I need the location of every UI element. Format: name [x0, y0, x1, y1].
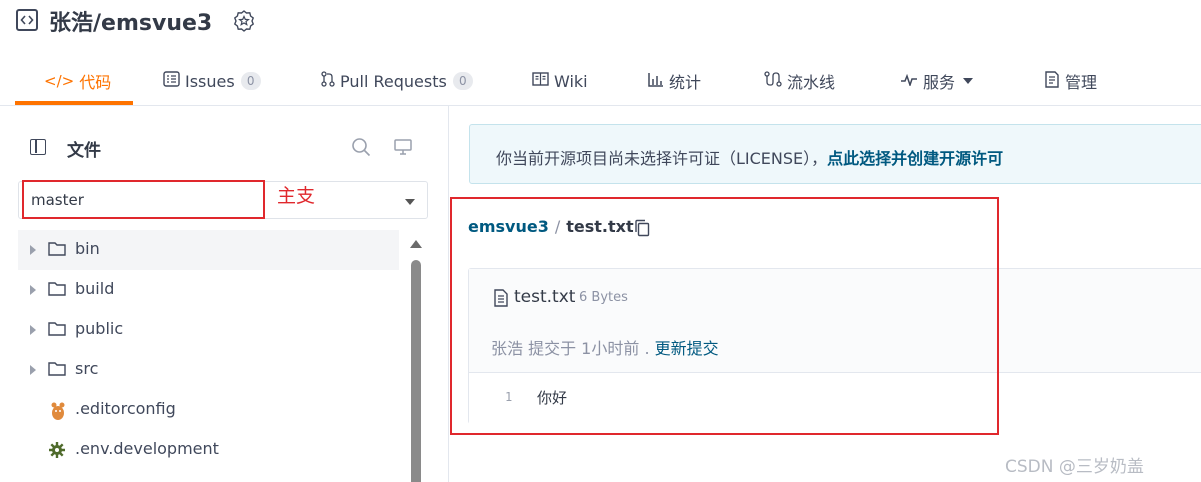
chevron-down-icon — [405, 199, 415, 205]
recommended-badge-icon[interactable] — [232, 9, 256, 33]
repo-title[interactable]: 张浩/emsvue3 — [49, 5, 212, 37]
folder-icon — [48, 241, 66, 260]
mascot-icon — [48, 401, 68, 425]
line-number[interactable]: 1 — [505, 390, 512, 404]
expand-arrow-icon[interactable] — [30, 365, 36, 375]
breadcrumb-file: test.txt — [566, 217, 634, 236]
sidebar-title: 文件 — [67, 141, 101, 161]
tree-item-editorconfig[interactable]: .editorconfig — [18, 390, 399, 430]
copy-icon[interactable] — [634, 219, 650, 241]
folder-icon — [48, 361, 66, 380]
tree-item-label: .env.development — [75, 439, 219, 458]
commit-info: 张浩 提交于 1小时前 . 更新提交 — [491, 335, 719, 359]
collapse-sidebar-icon[interactable] — [30, 139, 46, 155]
tab-label: 服务 — [923, 73, 956, 92]
monitor-icon[interactable] — [394, 139, 412, 159]
breadcrumb-repo-link[interactable]: emsvue3 — [468, 217, 549, 236]
repo-code-icon — [16, 9, 38, 31]
expand-arrow-icon[interactable] — [30, 325, 36, 335]
scrollbar-thumb[interactable] — [411, 260, 421, 482]
issues-count-badge: 0 — [240, 72, 261, 90]
tab-label: Pull Requests — [340, 71, 447, 91]
search-icon[interactable] — [351, 137, 371, 161]
tree-item-src[interactable]: src — [18, 350, 399, 390]
branch-select[interactable]: master — [18, 181, 428, 219]
file-viewer: test.txt 6 Bytes 张浩 提交于 1小时前 . 更新提交 1 你好 — [468, 268, 1201, 425]
manage-icon — [1044, 70, 1060, 92]
repo-tabs: </> 代码 Issues 0 Pull Requests 0 Wiki 统计 … — [0, 56, 1201, 106]
tab-label: 代码 — [79, 73, 112, 92]
breadcrumb-separator: / — [554, 217, 561, 236]
code-icon: </> — [44, 72, 75, 90]
license-message: 你当前开源项目尚未选择许可证（LICENSE）， — [496, 149, 828, 168]
repo-header: 张浩/emsvue3 — [0, 0, 1201, 40]
tab-label: Issues — [185, 71, 235, 91]
tree-item-env-development[interactable]: .env.development — [18, 430, 399, 470]
file-tree: bin build public src .editorconfig .env.… — [18, 230, 399, 470]
tree-item-label: bin — [75, 239, 100, 258]
tab-code[interactable]: </> 代码 — [44, 56, 111, 106]
tab-wiki[interactable]: Wiki — [532, 56, 588, 106]
code-line: 1 你好 — [469, 373, 1201, 425]
pipeline-icon — [764, 71, 782, 91]
tree-item-build[interactable]: build — [18, 270, 399, 310]
folder-icon — [48, 321, 66, 340]
chart-icon — [648, 72, 664, 91]
tree-item-public[interactable]: public — [18, 310, 399, 350]
tree-item-label: public — [75, 319, 124, 338]
file-text-icon — [493, 289, 509, 311]
tab-issues[interactable]: Issues 0 — [163, 56, 261, 106]
file-size: 6 Bytes — [579, 290, 628, 305]
scroll-up-arrow-icon[interactable] — [410, 240, 422, 248]
chevron-down-icon — [963, 78, 974, 84]
branch-value: master — [31, 191, 84, 209]
tab-services[interactable]: 服务 — [900, 56, 974, 106]
tab-manage[interactable]: 管理 — [1044, 56, 1097, 106]
commit-meta: 张浩 提交于 1小时前 . — [491, 339, 655, 358]
tree-item-label: src — [75, 359, 99, 378]
tab-label: 统计 — [669, 73, 702, 92]
file-name: test.txt — [514, 287, 576, 307]
tab-label: 流水线 — [787, 73, 836, 92]
file-viewer-header: test.txt 6 Bytes 张浩 提交于 1小时前 . 更新提交 — [469, 269, 1201, 373]
folder-icon — [48, 281, 66, 300]
create-license-link[interactable]: 点此选择并创建开源许可 — [827, 149, 1003, 168]
breadcrumb: emsvue3 / test.txt — [468, 217, 634, 236]
branch-annotation-label: 主支 — [277, 185, 316, 207]
issues-icon — [163, 71, 180, 91]
tree-item-label: build — [75, 279, 115, 298]
tab-pull-requests[interactable]: Pull Requests 0 — [321, 56, 473, 106]
tab-label: 管理 — [1065, 73, 1098, 92]
license-notice: 你当前开源项目尚未选择许可证（LICENSE），点此选择并创建开源许可 — [469, 124, 1201, 184]
active-tab-indicator — [15, 101, 133, 105]
watermark: CSDN @三岁奶盖 — [1005, 457, 1144, 477]
tree-scrollbar[interactable] — [405, 236, 425, 482]
file-sidebar: 文件 master 主支 bin build public src .edito… — [0, 106, 449, 482]
expand-arrow-icon[interactable] — [30, 245, 36, 255]
tree-item-label: .editorconfig — [75, 399, 176, 418]
license-notice-text: 你当前开源项目尚未选择许可证（LICENSE），点此选择并创建开源许可 — [496, 145, 1003, 169]
pulse-icon — [900, 72, 918, 90]
tab-pipeline[interactable]: 流水线 — [764, 56, 835, 106]
gear-icon — [48, 441, 66, 463]
commit-message-link[interactable]: 更新提交 — [655, 339, 719, 358]
pull-request-icon — [321, 71, 335, 91]
expand-arrow-icon[interactable] — [30, 285, 36, 295]
tab-label: Wiki — [554, 71, 588, 91]
tab-statistics[interactable]: 统计 — [648, 56, 701, 106]
line-content: 你好 — [537, 389, 568, 407]
tree-item-bin[interactable]: bin — [18, 230, 399, 270]
wiki-icon — [532, 72, 549, 90]
pull-requests-count-badge: 0 — [452, 72, 473, 90]
